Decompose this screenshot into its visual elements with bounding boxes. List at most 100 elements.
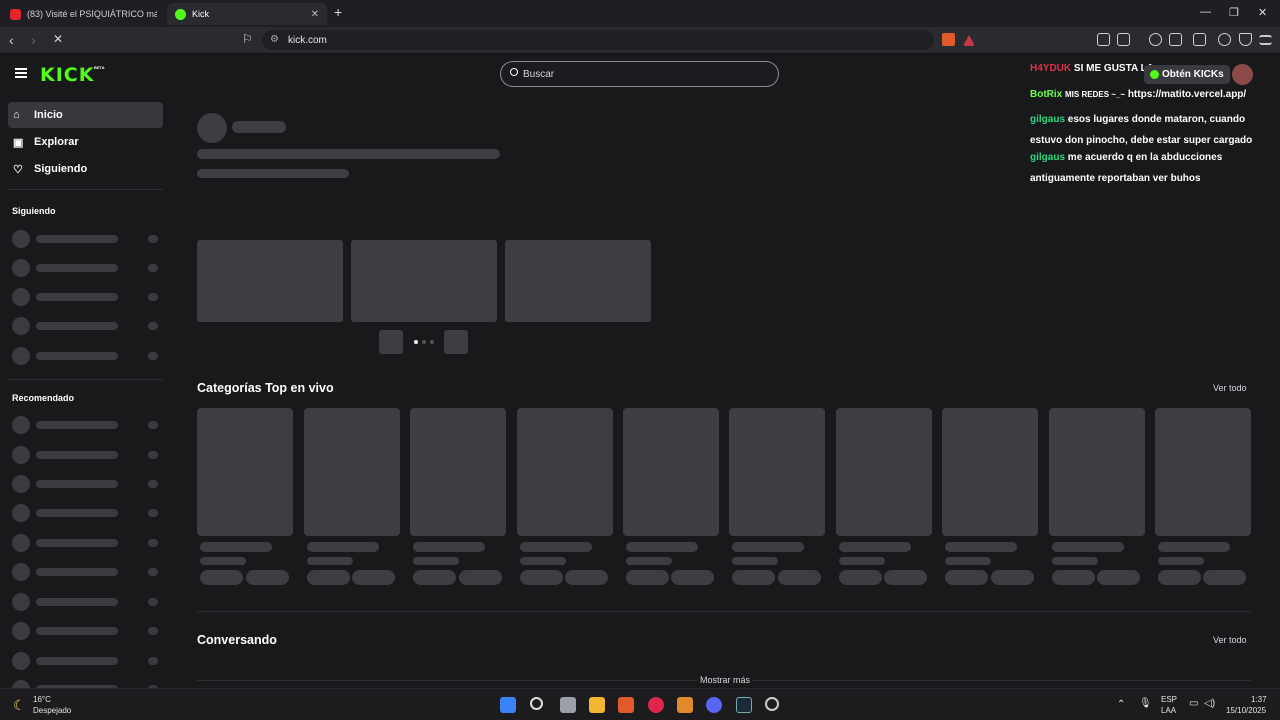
- category-card-skeleton[interactable]: [729, 408, 825, 536]
- carousel-dot[interactable]: [430, 340, 434, 344]
- address-bar[interactable]: ⚙ kick.com: [262, 30, 934, 50]
- brave-browser-icon[interactable]: [618, 697, 634, 713]
- brave-rewards-icon[interactable]: [963, 35, 975, 46]
- category-card-skeleton[interactable]: [1049, 408, 1145, 536]
- bookmark-icon[interactable]: ⚐: [242, 32, 253, 46]
- carousel-next-button[interactable]: [444, 330, 468, 354]
- chat-message: BotRix MIS REDES ~_~ https://matito.verc…: [1030, 84, 1280, 105]
- leo-ai-icon[interactable]: [1218, 33, 1231, 46]
- category-card-skeleton[interactable]: [1155, 408, 1251, 536]
- show-more-button[interactable]: Mostrar más: [700, 675, 750, 685]
- carousel-prev-button[interactable]: [379, 330, 403, 354]
- sidebar-item-siguiendo[interactable]: ♡ Siguiendo: [8, 156, 163, 182]
- featured-name-skeleton: [232, 121, 286, 133]
- media-icon[interactable]: [1149, 33, 1162, 46]
- back-icon[interactable]: ‹: [9, 32, 14, 48]
- discord-icon[interactable]: [706, 697, 722, 713]
- carousel-slide-skeleton[interactable]: [351, 240, 497, 322]
- user-avatar[interactable]: [1232, 64, 1253, 85]
- carousel-slide-skeleton[interactable]: [505, 240, 651, 322]
- chat-username[interactable]: gilgaus: [1030, 152, 1065, 163]
- featured-avatar-skeleton: [197, 113, 227, 143]
- recommended-skeleton-row: [0, 504, 170, 524]
- search-input[interactable]: Buscar: [500, 61, 779, 87]
- microphone-icon[interactable]: 🎙: [1139, 698, 1152, 709]
- heart-icon: ♡: [13, 164, 23, 176]
- sidebar-item-explorar[interactable]: ▣ Explorar: [8, 129, 163, 155]
- restore-icon[interactable]: ❐: [1229, 6, 1239, 19]
- carousel-slide-skeleton[interactable]: [197, 240, 343, 322]
- recommended-section-title: Recomendado: [12, 393, 75, 403]
- file-explorer-icon[interactable]: [589, 697, 605, 713]
- recommended-skeleton-row: [0, 446, 170, 466]
- close-window-icon[interactable]: ✕: [1258, 6, 1267, 19]
- logo-beta-badge: BETA: [94, 65, 105, 70]
- kick-logo[interactable]: KICK: [40, 64, 94, 86]
- language-code[interactable]: ESP: [1161, 695, 1177, 704]
- vpn-icon[interactable]: [1239, 33, 1252, 46]
- sidebar-icon[interactable]: [1169, 33, 1182, 46]
- wallet-icon[interactable]: [1193, 33, 1206, 46]
- moon-weather-icon: ☾: [13, 697, 26, 713]
- weather-desc[interactable]: Despejado: [33, 706, 71, 715]
- category-card-skeleton[interactable]: [410, 408, 506, 536]
- category-card-skeleton[interactable]: [836, 408, 932, 536]
- chat-username[interactable]: gilgaus: [1030, 114, 1065, 125]
- category-card-skeleton[interactable]: [517, 408, 613, 536]
- app-circle-icon[interactable]: [765, 697, 779, 711]
- following-skeleton-row: [0, 347, 170, 367]
- task-view-icon[interactable]: [560, 697, 576, 713]
- sidebar-item-inicio[interactable]: ⌂ Inicio: [8, 102, 163, 128]
- chat-username[interactable]: BotRix: [1030, 89, 1062, 100]
- reading-list-icon[interactable]: [1117, 33, 1130, 46]
- category-card-skeleton[interactable]: [623, 408, 719, 536]
- category-card-skeleton[interactable]: [197, 408, 293, 536]
- clock-date[interactable]: 15/10/2025: [1226, 706, 1266, 715]
- top-categories-see-all-link[interactable]: Ver todo: [1213, 383, 1247, 393]
- stop-icon[interactable]: ✕: [53, 32, 63, 46]
- menu-icon[interactable]: [1259, 35, 1272, 45]
- site-info-icon[interactable]: ⚙: [270, 34, 279, 45]
- conversando-title: Conversando: [197, 633, 277, 647]
- carousel-dot[interactable]: [422, 340, 426, 344]
- start-icon[interactable]: [500, 697, 516, 713]
- kicks-icon: [1150, 70, 1159, 79]
- app-a-icon[interactable]: [677, 697, 693, 713]
- following-skeleton-row: [0, 288, 170, 308]
- close-tab-icon[interactable]: ✕: [311, 9, 319, 20]
- search-taskbar-icon[interactable]: [530, 697, 543, 710]
- chat-message: gilgaus me acuerdo q en la abducciones a…: [1030, 147, 1280, 189]
- extensions-icon[interactable]: [1097, 33, 1110, 46]
- get-kicks-label: Obtén KICKs: [1162, 69, 1224, 80]
- carousel-dot-active[interactable]: [414, 340, 418, 344]
- minimize-icon[interactable]: —: [1200, 6, 1211, 18]
- url-text: kick.com: [288, 34, 327, 46]
- forward-icon[interactable]: ›: [31, 32, 36, 48]
- tab-youtube[interactable]: (83) Visité el PSIQUIÁTRICO más PAR: [2, 3, 166, 25]
- new-tab-icon[interactable]: +: [334, 4, 342, 20]
- chat-username[interactable]: H4YDUK: [1030, 63, 1071, 74]
- top-categories-title: Categorías Top en vivo: [197, 381, 334, 395]
- network-icon[interactable]: ▭: [1189, 698, 1198, 709]
- clock-time[interactable]: 1:37: [1251, 695, 1267, 704]
- steam-icon[interactable]: [736, 697, 752, 713]
- recommended-skeleton-row: [0, 475, 170, 495]
- hamburger-menu-icon[interactable]: [15, 68, 27, 78]
- tab-kick[interactable]: Kick ✕: [167, 3, 327, 25]
- category-card-skeleton[interactable]: [304, 408, 400, 536]
- explore-icon: ▣: [13, 137, 24, 149]
- recommended-skeleton-row: [0, 622, 170, 642]
- language-layout[interactable]: LAA: [1161, 706, 1176, 715]
- brave-shields-icon[interactable]: [942, 33, 955, 46]
- tray-chevron-icon[interactable]: ⌃: [1117, 699, 1125, 710]
- conversando-see-all-link[interactable]: Ver todo: [1213, 635, 1247, 645]
- show-more-divider-right: [752, 680, 1251, 681]
- get-kicks-button[interactable]: Obtén KICKs: [1144, 65, 1230, 84]
- media-player-icon[interactable]: [648, 697, 664, 713]
- volume-icon[interactable]: ◁): [1204, 698, 1215, 709]
- kick-page: KICK BETA Buscar ⌂ Inicio ▣ Explorar ♡ S…: [0, 54, 1280, 698]
- category-card-skeleton[interactable]: [942, 408, 1038, 536]
- chat-message: gilgaus esos lugares donde mataron, cuan…: [1030, 109, 1280, 151]
- section-divider: [197, 611, 1251, 612]
- weather-temp[interactable]: 16°C: [33, 695, 51, 704]
